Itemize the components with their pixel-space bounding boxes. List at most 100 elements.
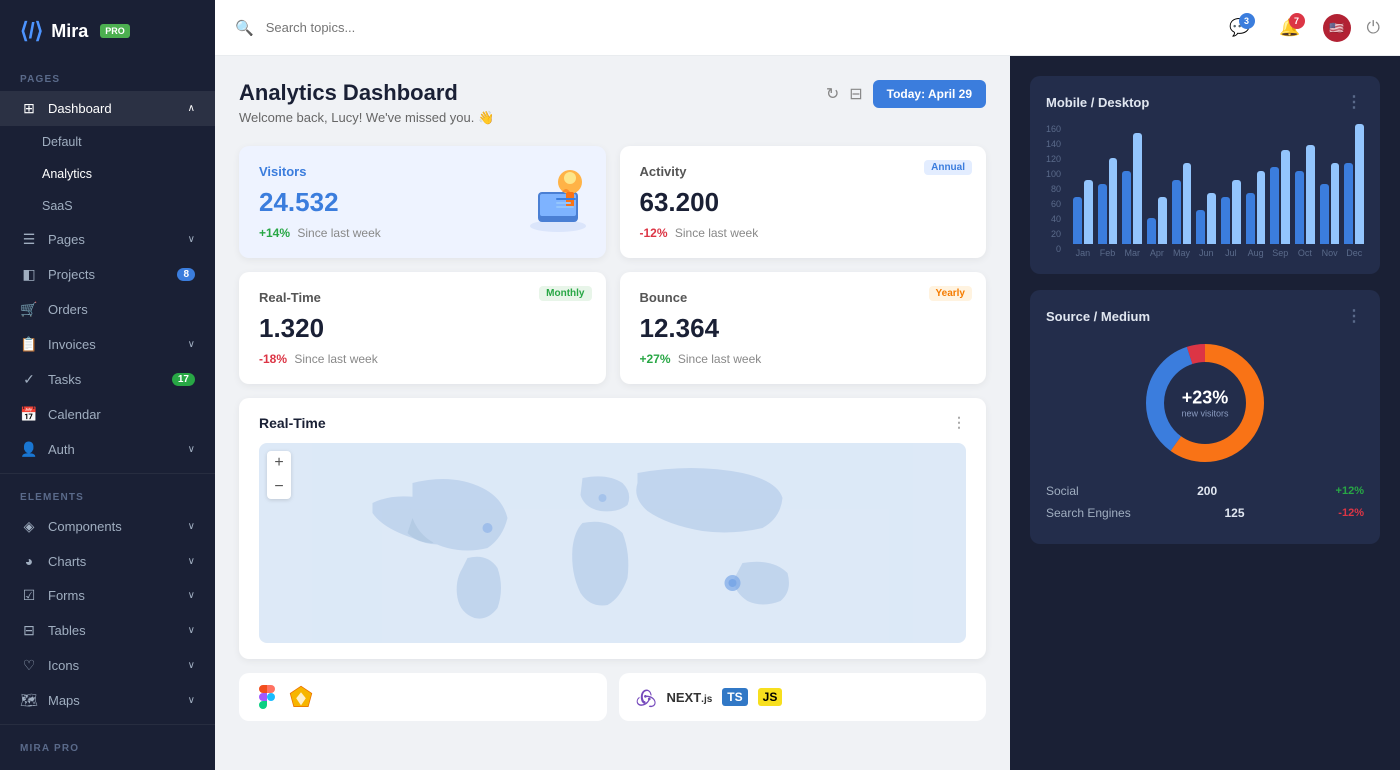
search-engines-label: Search Engines [1046,506,1131,520]
bar-light-sep [1281,150,1290,244]
app-name: Mira [51,21,88,42]
chevron-icon: ∧ [188,103,195,114]
search-icon: 🔍 [235,19,254,37]
realtime-badge: Monthly [539,286,591,301]
maps-icon: 🗺 [20,692,38,709]
topbar: 🔍 💬 3 🔔 7 🇺🇸 ⏻ [215,0,1400,56]
chevron-charts: ∨ [188,556,195,567]
bar-group-apr [1147,197,1167,244]
bar-light-feb [1109,158,1118,244]
bar-group-sep [1270,150,1290,244]
filter-icon[interactable]: ⊟ [849,84,862,104]
divider [0,473,215,474]
bar-light-nov [1331,163,1340,244]
projects-label: Projects [48,267,95,282]
search-engines-change: -12% [1338,507,1364,519]
y-axis: 160 140 120 100 80 60 40 20 0 [1046,124,1061,254]
page-header: Analytics Dashboard Welcome back, Lucy! … [239,80,986,126]
social-label: Social [1046,484,1079,498]
tables-icon: ⊟ [20,622,38,639]
sidebar-item-maps[interactable]: 🗺 Maps ∨ [0,683,215,718]
chevron-auth: ∨ [188,444,195,455]
language-selector[interactable]: 🇺🇸 [1323,14,1351,42]
sidebar-item-tasks[interactable]: ✓ Tasks 17 [0,362,215,397]
today-button[interactable]: Today: April 29 [873,80,986,108]
logo: ⟨/⟩ Mira PRO [0,0,215,62]
mobile-desktop-chart: 160 140 120 100 80 60 40 20 0 [1046,124,1364,258]
bar-group-feb [1098,158,1118,244]
projects-icon: ◧ [20,266,38,283]
bar-group-nov [1320,163,1340,244]
visitors-card: Visitors 24.532 +14% Since last week [239,146,606,258]
light-section: Analytics Dashboard Welcome back, Lucy! … [215,56,1010,770]
visitors-change-label: Since last week [297,226,380,240]
js-tools-card: NEXT.js TS JS [619,673,987,721]
sidebar-item-icons[interactable]: ♡ Icons ∨ [0,648,215,683]
mobile-desktop-menu[interactable]: ⋮ [1346,92,1364,112]
sidebar-item-dashboard[interactable]: ⊞ Dashboard ∧ [0,91,215,126]
bar-group-jul [1221,180,1241,244]
mobile-desktop-title: Mobile / Desktop ⋮ [1046,92,1364,112]
map-menu-button[interactable]: ⋮ [952,414,966,431]
activity-value: 63.200 [640,187,967,218]
power-button[interactable]: ⏻ [1367,18,1380,38]
donut-center-text: +23% new visitors [1181,388,1228,419]
chevron-maps: ∨ [188,695,195,706]
source-medium-menu[interactable]: ⋮ [1346,306,1364,326]
logo-icon: ⟨/⟩ [20,18,43,44]
sidebar-item-projects[interactable]: ◧ Projects 8 [0,257,215,292]
map-title: Real-Time ⋮ [259,414,966,431]
search-input[interactable] [266,20,1211,35]
projects-badge: 8 [177,268,195,281]
tasks-label: Tasks [48,372,81,387]
sidebar-item-default[interactable]: Default [0,126,215,158]
refresh-icon[interactable]: ↻ [826,84,839,104]
bounce-change: +27% Since last week [640,352,967,366]
sidebar-item-saas[interactable]: SaaS [0,190,215,222]
activity-change: -12% Since last week [640,226,967,240]
notifications-button[interactable]: 🔔 7 [1273,11,1307,45]
bar-group-jan [1073,180,1093,244]
tech-logos-area: NEXT.js TS JS [239,673,986,721]
mobile-desktop-card: Mobile / Desktop ⋮ 160 140 120 100 80 60… [1030,76,1380,274]
source-medium-title: Source / Medium ⋮ [1046,306,1364,326]
sidebar-item-auth[interactable]: 👤 Auth ∨ [0,432,215,467]
bar-light-dec [1355,124,1364,244]
mira-pro-label: MIRA PRO [0,731,215,760]
sidebar-item-calendar[interactable]: 📅 Calendar [0,397,215,432]
sidebar-item-components[interactable]: ◈ Components ∨ [0,509,215,544]
bounce-card: Bounce Yearly 12.364 +27% Since last wee… [620,272,987,384]
bar-dark-may [1172,180,1181,244]
figma-icon [255,685,279,709]
bar-light-oct [1306,145,1315,244]
bounce-change-pct: +27% [640,352,671,366]
icons-icon: ♡ [20,657,38,674]
page-title: Analytics Dashboard [239,80,494,106]
bar-group-jun [1196,193,1216,244]
messages-button[interactable]: 💬 3 [1223,11,1257,45]
sidebar-item-charts[interactable]: ◕ Charts ∨ [0,544,215,578]
realtime-change: -18% Since last week [259,352,586,366]
invoices-icon: 📋 [20,336,38,353]
header-actions: ↻ ⊟ Today: April 29 [826,80,986,108]
pro-badge: PRO [100,24,130,38]
pages-label: PAGES [0,62,215,91]
bar-group-dec [1344,124,1364,244]
sidebar-item-analytics[interactable]: Analytics [0,158,215,190]
chevron-tables: ∨ [188,625,195,636]
sidebar-item-tables[interactable]: ⊟ Tables ∨ [0,613,215,648]
sidebar-item-pages[interactable]: ☰ Pages ∨ [0,222,215,257]
donut-container: +23% new visitors [1046,338,1364,468]
main-area: 🔍 💬 3 🔔 7 🇺🇸 ⏻ Analytics Dashboard Welco… [215,0,1400,770]
charts-icon: ◕ [20,553,38,569]
sidebar-item-orders[interactable]: 🛒 Orders [0,292,215,327]
sidebar-item-forms[interactable]: ☑ Forms ∨ [0,578,215,613]
bar-light-mar [1133,133,1142,244]
sidebar-item-invoices[interactable]: 📋 Invoices ∨ [0,327,215,362]
bar-dark-jan [1073,197,1082,244]
nextjs-logo: NEXT.js [667,690,713,705]
source-item-social: Social 200 +12% [1046,484,1364,498]
bar-light-aug [1257,171,1266,244]
analytics-layout: Analytics Dashboard Welcome back, Lucy! … [215,56,1400,770]
topbar-right: 💬 3 🔔 7 🇺🇸 ⏻ [1223,11,1380,45]
